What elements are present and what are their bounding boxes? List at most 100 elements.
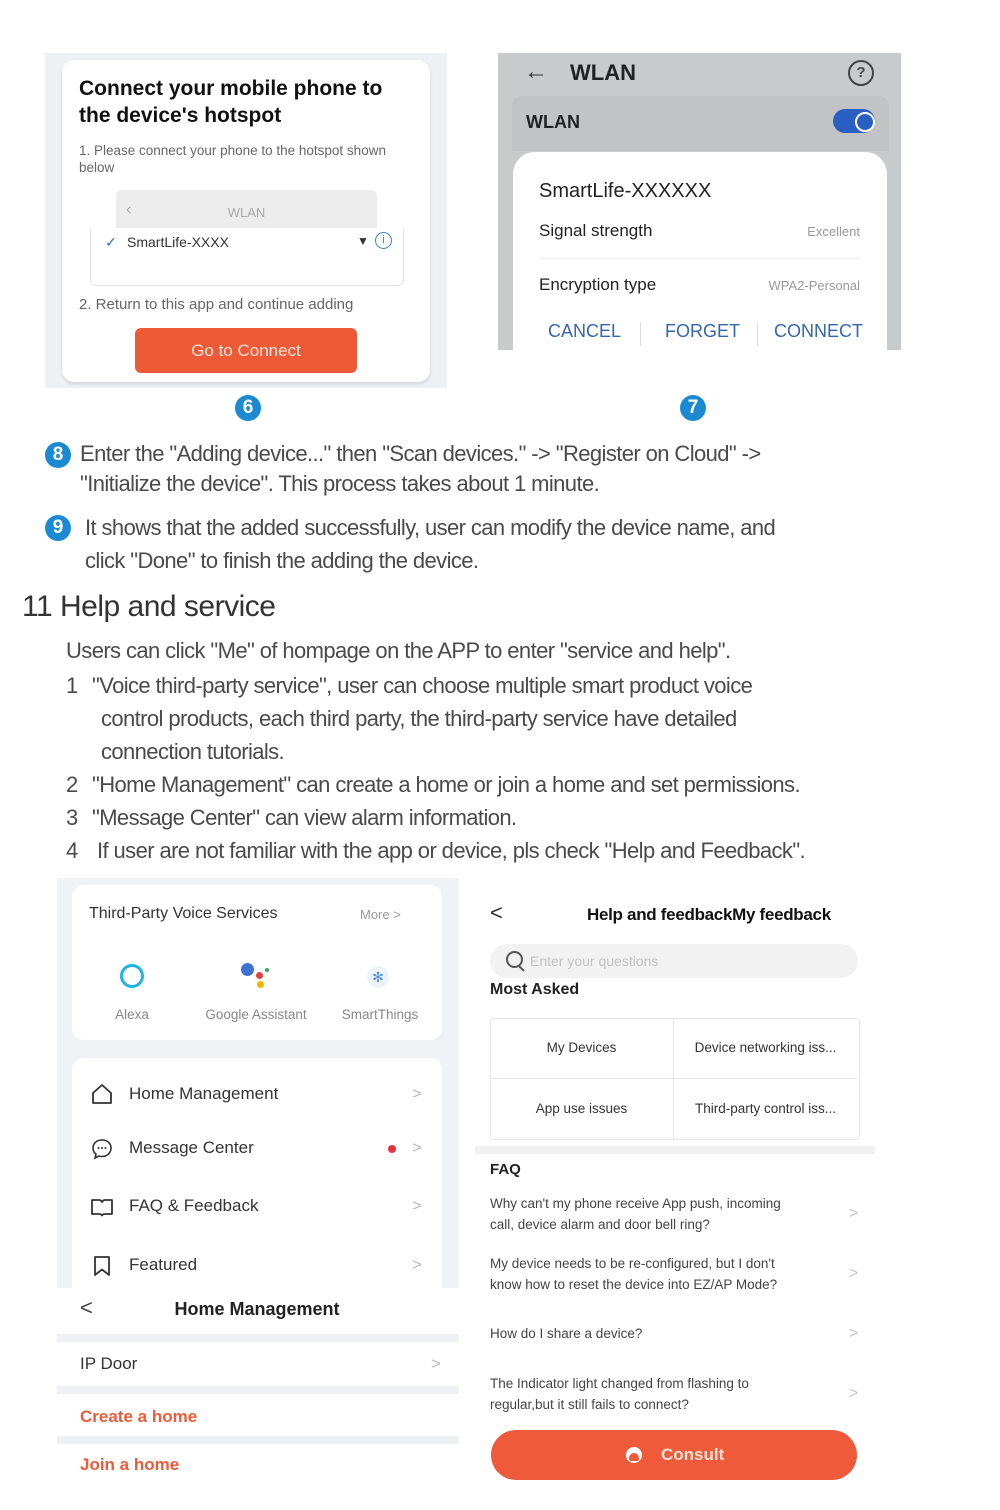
more-link[interactable]: More > — [360, 907, 401, 922]
arrow-left-icon[interactable]: ← — [524, 58, 548, 86]
encryption-value: WPA2-Personal — [768, 278, 860, 293]
chevron-right-icon: > — [849, 1265, 859, 1282]
section-gap — [57, 1386, 459, 1394]
wlan-label: WLAN — [526, 112, 580, 132]
step-9-line2: click "Done" to finish the adding the de… — [85, 548, 479, 573]
chevron-right-icon: > — [412, 1255, 422, 1274]
chevron-right-icon: > — [412, 1196, 422, 1215]
encryption-label: Encryption type — [539, 275, 657, 294]
signal-strength-value: Excellent — [807, 224, 860, 239]
ssid-name[interactable]: SmartLife-XXXX — [127, 234, 229, 250]
home-management-title: Home Management — [174, 1299, 340, 1319]
menu-featured[interactable]: Featured — [129, 1255, 197, 1275]
step-badge-8: 8 — [45, 442, 71, 468]
wlan-mini-label: WLAN — [227, 205, 266, 220]
service-label-google: Google Assistant — [205, 1007, 307, 1022]
step-badge-6: 6 — [235, 395, 261, 421]
faq-item[interactable]: The Indicator light changed from flashin… — [490, 1373, 820, 1415]
faq-item[interactable]: My device needs to be re-configured, but… — [490, 1253, 820, 1295]
most-asked-item[interactable]: My Devices — [490, 1018, 673, 1077]
search-input[interactable] — [530, 950, 840, 972]
divider — [757, 322, 758, 346]
consult-label: Consult — [661, 1445, 725, 1464]
faq-question-line: My device needs to be re-configured, but… — [490, 1256, 775, 1271]
consult-icon-detail — [629, 1453, 639, 1461]
most-asked-item[interactable]: Device networking iss... — [674, 1018, 857, 1077]
connect-button[interactable]: CONNECT — [774, 321, 863, 342]
chevron-right-icon: > — [412, 1084, 422, 1103]
item-1-line1: "Voice third-party service", user can ch… — [92, 673, 753, 698]
faq-question-line: regular,but it still fails to connect? — [490, 1397, 689, 1412]
info-icon[interactable]: i — [375, 232, 392, 249]
faq-item[interactable]: Why can't my phone receive App push, inc… — [490, 1193, 820, 1235]
faq-question-line: Why can't my phone receive App push, inc… — [490, 1196, 781, 1211]
item-2-line1: "Home Management" can create a home or j… — [92, 772, 801, 797]
home-management-screenshot — [57, 1290, 459, 1510]
item-4-num: 4 — [66, 838, 78, 863]
dialog-ssid: SmartLife-XXXXXX — [539, 180, 712, 202]
faq-question-line: The Indicator light changed from flashin… — [490, 1376, 749, 1391]
alexa-icon[interactable] — [120, 964, 144, 988]
check-icon: ✓ — [105, 234, 117, 250]
hotspot-step2: 2. Return to this app and continue addin… — [79, 296, 354, 313]
item-2-num: 2 — [66, 772, 78, 797]
section-heading: 11 Help and service — [22, 590, 276, 623]
section-intro: Users can click "Me" of hompage on the A… — [66, 638, 731, 663]
most-asked-item[interactable]: App use issues — [490, 1079, 673, 1138]
forget-button[interactable]: FORGET — [665, 321, 740, 342]
section-gap — [57, 1436, 459, 1444]
step-badge-9: 9 — [45, 515, 71, 541]
help-icon[interactable]: ? — [848, 60, 874, 86]
back-button[interactable]: < — [490, 900, 503, 926]
menu-faq-feedback[interactable]: FAQ & Feedback — [129, 1196, 258, 1216]
home-icon — [92, 1084, 112, 1104]
divider — [540, 258, 860, 259]
chevron-right-icon: > — [431, 1354, 441, 1373]
book-icon — [91, 1199, 113, 1217]
service-label-alexa: Alexa — [115, 1007, 149, 1022]
bookmark-icon — [94, 1256, 110, 1276]
unread-dot — [388, 1145, 396, 1153]
service-label-smartthings: SmartThings — [341, 1007, 419, 1022]
signal-strength-label: Signal strength — [539, 221, 653, 240]
help-feedback-title: Help and feedbackMy feedback — [587, 905, 831, 924]
google-dot-green — [265, 968, 269, 972]
google-assistant-icon[interactable] — [241, 963, 254, 976]
hotspot-title: Connect your mobile phone to the device'… — [79, 77, 383, 127]
item-1-line2: control products, each third party, the … — [101, 706, 737, 731]
most-asked-item[interactable]: Third-party control iss... — [674, 1079, 857, 1138]
join-home-button[interactable]: Join a home — [80, 1455, 179, 1475]
cancel-button[interactable]: CANCEL — [548, 321, 621, 342]
item-3-line1: "Message Center" can view alarm informat… — [92, 805, 517, 830]
google-dot-red — [256, 972, 263, 979]
section-gap — [475, 1146, 875, 1154]
divider — [640, 322, 641, 346]
faq-label: FAQ — [490, 1161, 521, 1178]
chevron-right-icon: > — [849, 1385, 859, 1402]
faq-item[interactable]: How do I share a device? — [490, 1323, 820, 1344]
google-dot-yellow — [257, 981, 264, 988]
step-badge-7: 7 — [680, 395, 706, 421]
item-4-line1: If user are not familiar with the app or… — [97, 838, 806, 863]
hotspot-step1: 1. Please connect your phone to the hots… — [79, 143, 386, 175]
voice-services-title: Third-Party Voice Services — [89, 905, 278, 922]
faq-question-line: How do I share a device? — [490, 1326, 643, 1341]
item-3-num: 3 — [66, 805, 78, 830]
step-8-line2: "Initialize the device". This process ta… — [80, 471, 600, 496]
go-to-connect-button[interactable]: Go to Connect — [135, 328, 357, 373]
chevron-right-icon: > — [412, 1138, 422, 1157]
menu-message-center[interactable]: Message Center — [129, 1138, 254, 1158]
create-home-button[interactable]: Create a home — [80, 1407, 197, 1427]
wlan-title: WLAN — [570, 60, 636, 85]
smartthings-icon[interactable]: ✻ — [367, 966, 389, 988]
toggle-knob — [855, 112, 875, 132]
step-9-line1: It shows that the added successfully, us… — [85, 515, 776, 540]
wifi-icon: ▼ — [357, 234, 369, 248]
item-1-line3: connection tutorials. — [101, 739, 285, 764]
faq-question-line: call, device alarm and door bell ring? — [490, 1217, 710, 1232]
faq-question-line: know how to reset the device into EZ/AP … — [490, 1277, 778, 1292]
menu-home-management[interactable]: Home Management — [129, 1084, 278, 1104]
chevron-right-icon: > — [849, 1325, 859, 1342]
section-gap — [57, 1334, 459, 1342]
home-item-ip-door[interactable]: IP Door — [80, 1354, 137, 1374]
